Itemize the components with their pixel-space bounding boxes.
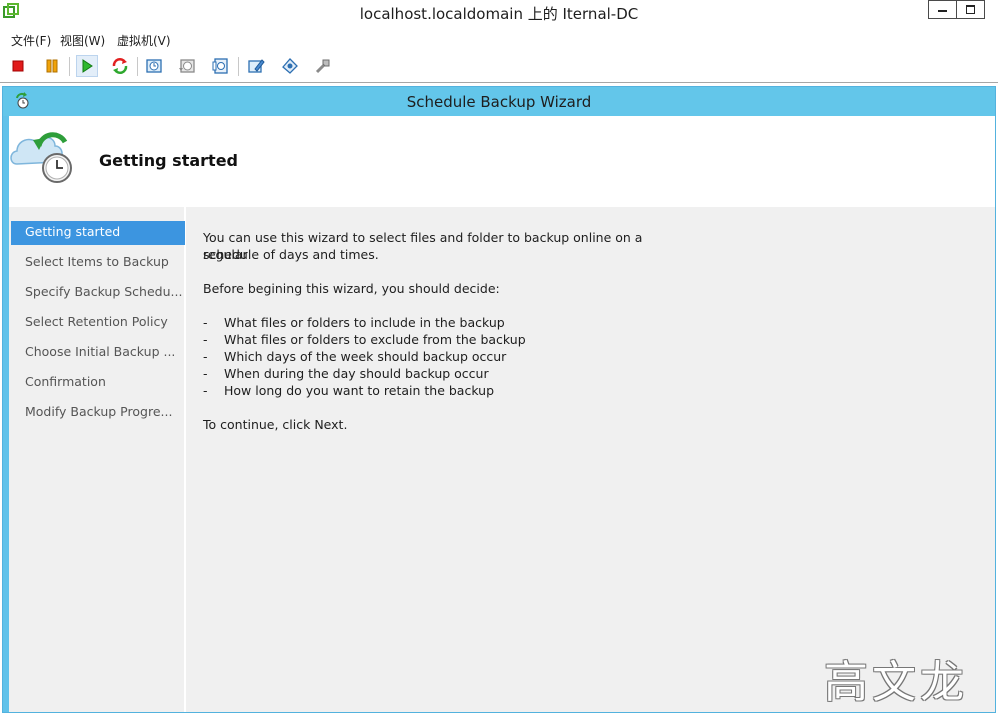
window-title: localhost.localdomain 上的 Iternal-DC xyxy=(359,5,639,23)
vm-tools-button[interactable] xyxy=(312,55,334,77)
schedule-backup-wizard: Schedule Backup Wizard Getting started G… xyxy=(2,86,996,713)
step-modify-progress[interactable]: Modify Backup Progre... xyxy=(11,401,185,425)
window-titlebar: localhost.localdomain 上的 Iternal-DC xyxy=(0,0,998,27)
menu-vm[interactable]: 虚拟机(V) xyxy=(117,32,171,49)
wizard-titlebar: Schedule Backup Wizard xyxy=(3,87,995,116)
pause-button[interactable] xyxy=(41,55,63,77)
edit-settings-icon xyxy=(248,59,265,73)
reset-button[interactable] xyxy=(109,55,131,77)
menu-view[interactable]: 视图(W) xyxy=(60,32,105,49)
intro-line-2: schedule of days and times. xyxy=(203,247,379,262)
menu-bar: 文件(F) 视图(W) 虚拟机(V) xyxy=(0,29,998,49)
manage-snapshots-button[interactable] xyxy=(210,55,232,77)
page-title: Getting started xyxy=(99,151,238,170)
step-initial-backup[interactable]: Choose Initial Backup ... xyxy=(11,341,185,365)
menu-file[interactable]: 文件(F) xyxy=(11,32,51,49)
play-icon xyxy=(82,59,93,73)
tools-icon xyxy=(315,59,330,74)
connect-device-button[interactable] xyxy=(279,55,301,77)
disk-icon xyxy=(282,58,298,74)
minimize-button[interactable] xyxy=(928,0,957,19)
snapshot-icon xyxy=(146,59,162,73)
watermark-text: 高文龙 xyxy=(824,657,968,708)
toolbar-separator xyxy=(69,57,70,76)
take-snapshot-button[interactable] xyxy=(143,55,165,77)
step-retention-policy[interactable]: Select Retention Policy xyxy=(11,311,185,335)
wizard-header: Getting started xyxy=(9,116,995,207)
decide-text: Before begining this wizard, you should … xyxy=(203,281,500,296)
pause-icon xyxy=(46,59,58,73)
toolbar-separator xyxy=(238,57,239,76)
wizard-steps-nav: Getting started Select Items to Backup S… xyxy=(9,207,186,712)
edit-settings-button[interactable] xyxy=(245,55,267,77)
wizard-title: Schedule Backup Wizard xyxy=(406,93,592,111)
vm-toolbar xyxy=(0,52,998,80)
continue-text: To continue, click Next. xyxy=(203,417,348,432)
revert-snapshot-button[interactable] xyxy=(176,55,198,77)
step-getting-started[interactable]: Getting started xyxy=(11,221,185,245)
wizard-content: You can use this wizard to select files … xyxy=(186,207,995,712)
step-specify-schedule[interactable]: Specify Backup Schedu... xyxy=(11,281,185,305)
step-select-items[interactable]: Select Items to Backup xyxy=(11,251,185,275)
refresh-icon xyxy=(112,58,128,74)
cloud-backup-clock-icon xyxy=(10,132,72,183)
toolbar-divider xyxy=(0,82,998,83)
stop-icon xyxy=(12,60,24,72)
stop-button[interactable] xyxy=(7,55,29,77)
manage-snapshot-icon xyxy=(212,58,228,74)
revert-snapshot-icon xyxy=(179,59,195,73)
step-confirmation[interactable]: Confirmation xyxy=(11,371,185,395)
power-on-button[interactable] xyxy=(76,55,98,77)
maximize-button[interactable] xyxy=(956,0,985,19)
toolbar-separator xyxy=(137,57,138,76)
